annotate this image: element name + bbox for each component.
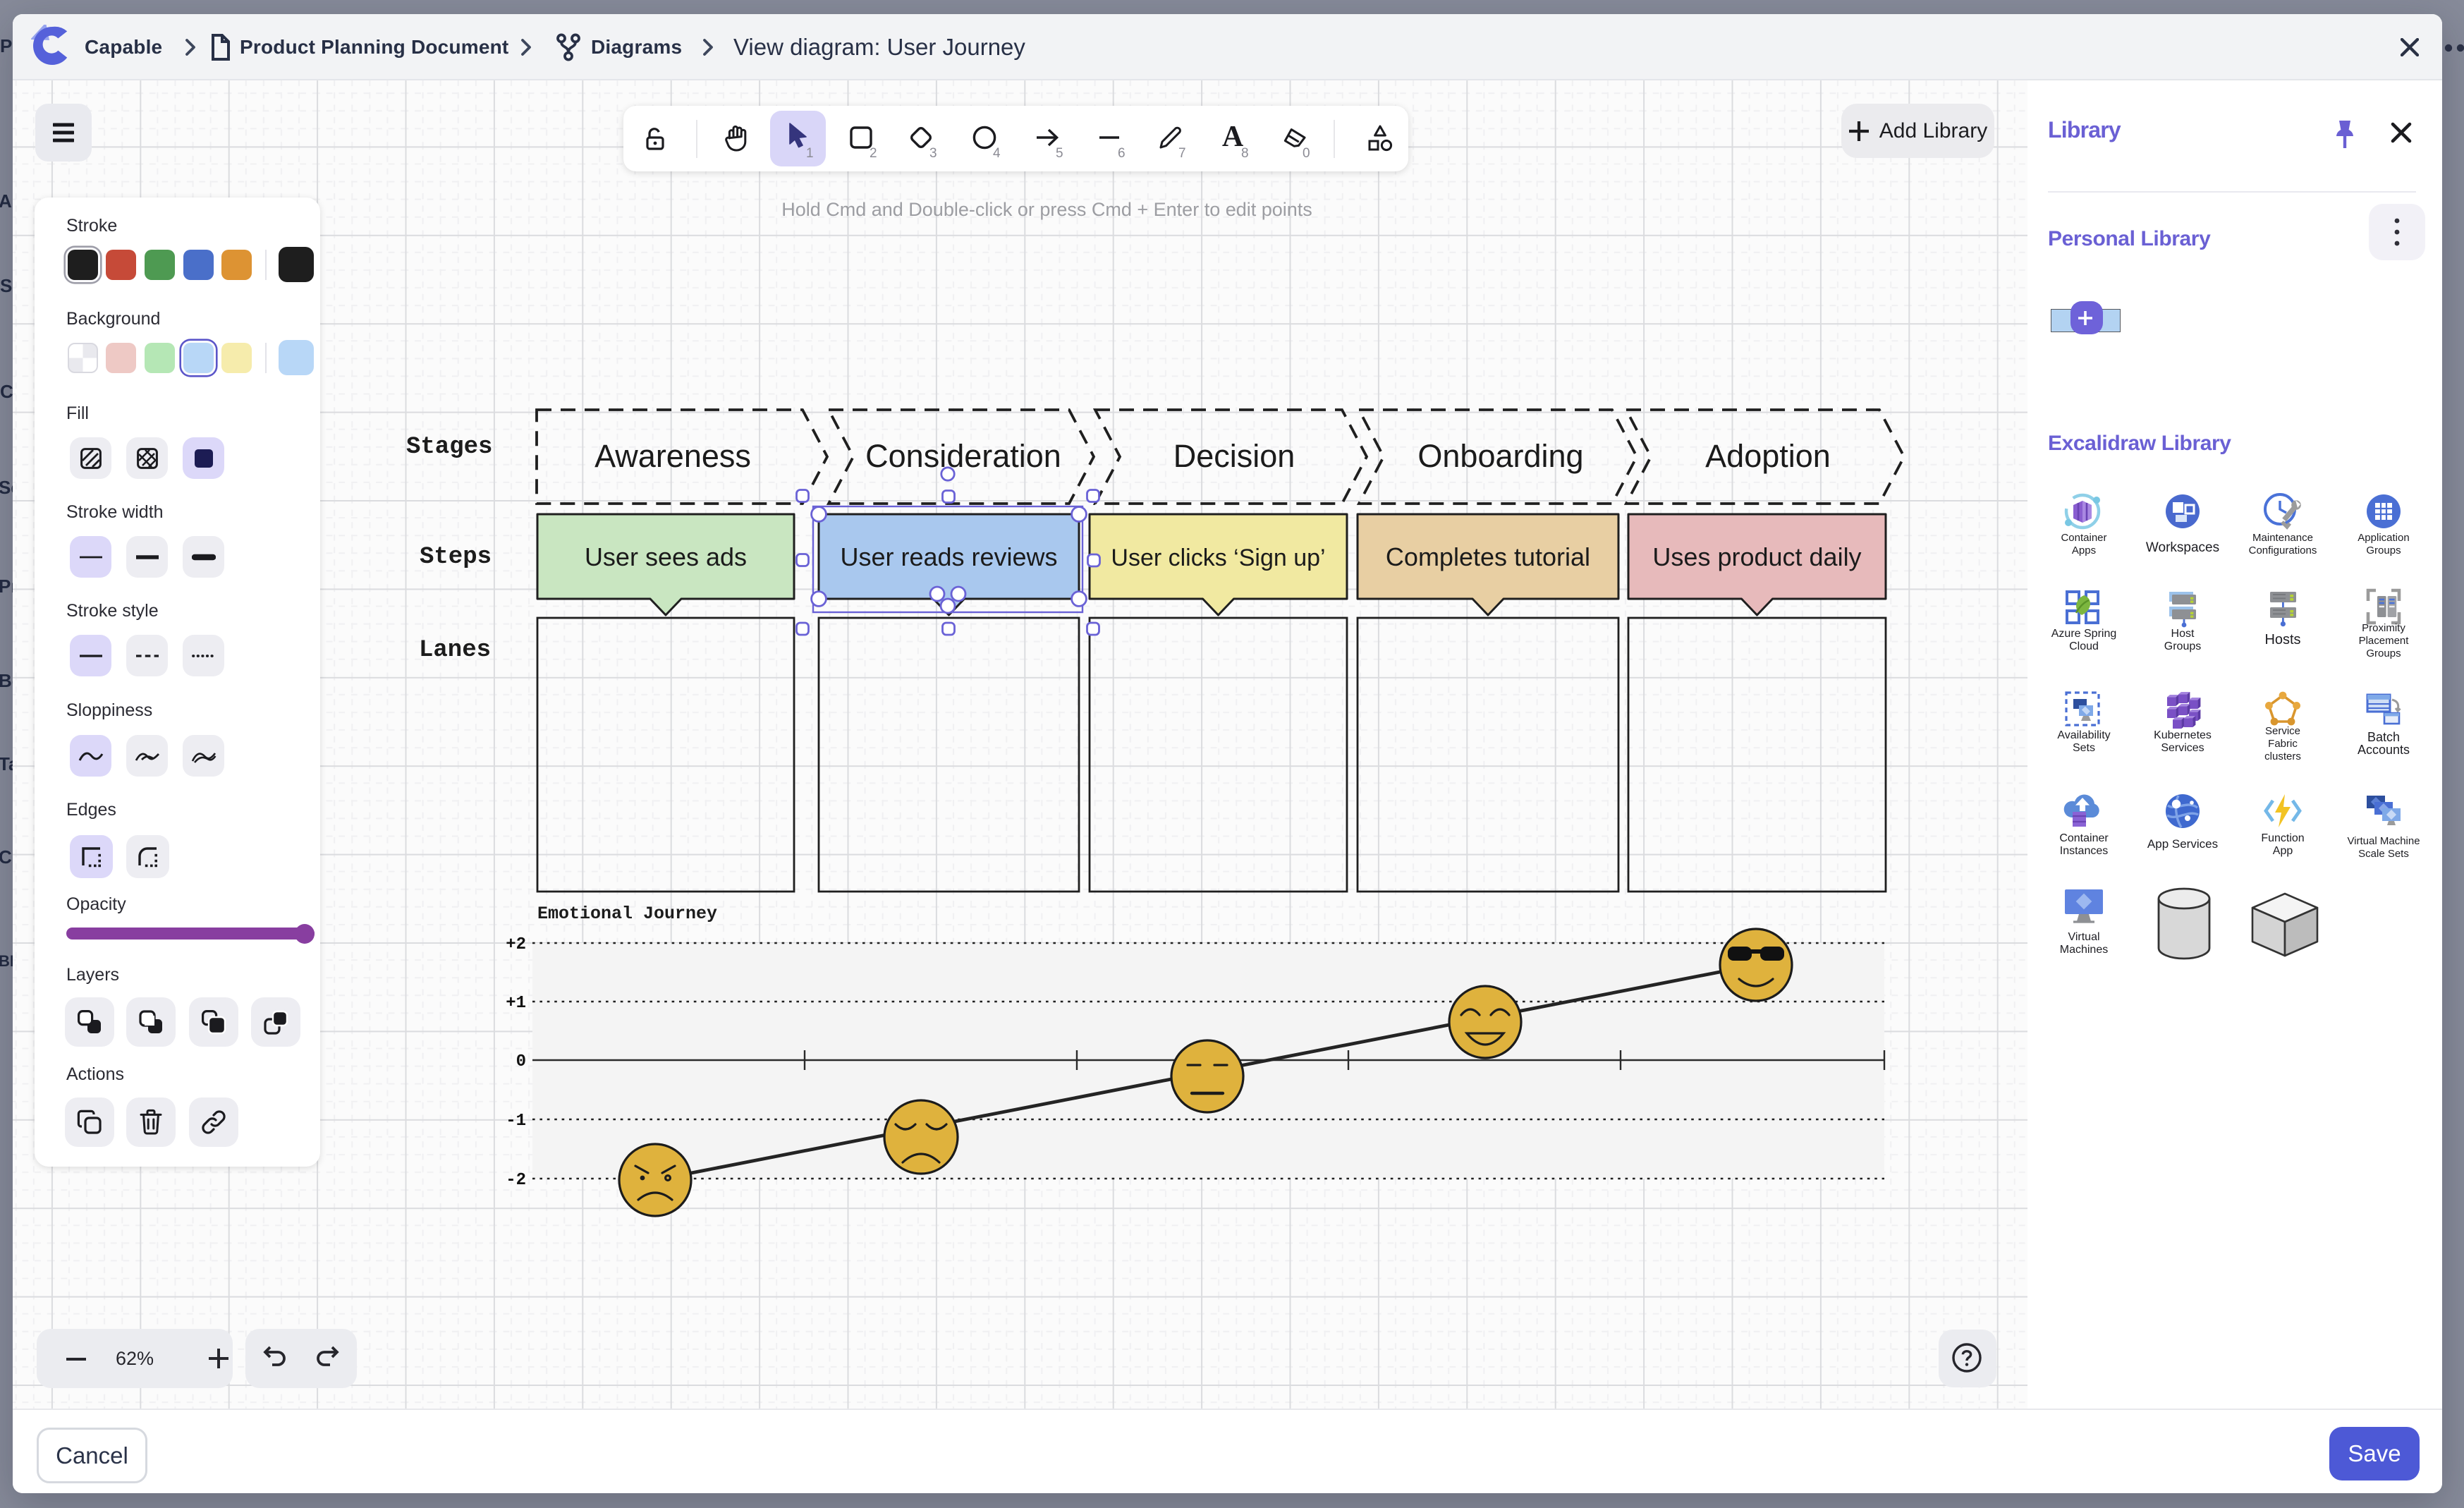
svg-text:Uses product daily: Uses product daily — [1652, 542, 1861, 571]
svg-text:-2: -2 — [506, 1171, 526, 1190]
svg-text:Completes tutorial: Completes tutorial — [1386, 542, 1590, 571]
svg-text:+1: +1 — [506, 994, 526, 1013]
svg-text:User reads reviews: User reads reviews — [840, 542, 1057, 571]
svg-text:User sees ads: User sees ads — [585, 542, 747, 571]
svg-text:Stages: Stages — [406, 434, 492, 461]
svg-text:Lanes: Lanes — [419, 637, 491, 664]
svg-text:Awareness: Awareness — [594, 438, 751, 474]
svg-text:Consideration: Consideration — [865, 438, 1061, 474]
svg-text:Decision: Decision — [1173, 438, 1295, 474]
svg-text:Steps: Steps — [420, 544, 492, 571]
svg-text:0: 0 — [516, 1052, 526, 1071]
svg-text:+2: +2 — [506, 935, 526, 954]
svg-text:Adoption: Adoption — [1705, 438, 1831, 474]
svg-text:User clicks ‘Sign up’: User clicks ‘Sign up’ — [1111, 545, 1325, 571]
svg-text:Onboarding: Onboarding — [1417, 438, 1583, 474]
svg-text:Emotional Journey: Emotional Journey — [537, 904, 717, 924]
svg-text:-1: -1 — [506, 1112, 526, 1131]
